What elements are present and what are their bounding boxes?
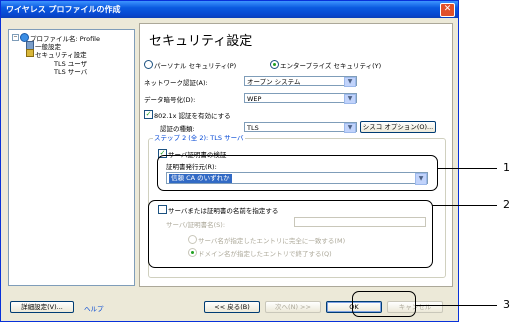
network-auth-label: ネットワーク認証(A): [144, 79, 208, 87]
callout-number-1: 1 [503, 161, 510, 174]
profile-tree: − プロファイル名: Profile 一般設定 セキュリティ設定 TLS ユーザ… [8, 29, 135, 286]
callout-frame-2 [148, 200, 433, 268]
advanced-settings-button[interactable]: 詳細設定(V)... [10, 301, 74, 313]
callout-line-3 [415, 305, 497, 306]
back-button[interactable]: << 戻る(B) [204, 301, 260, 313]
collapse-icon[interactable]: − [12, 34, 19, 41]
personal-security-label[interactable]: パーソナル セキュリティ(P) [154, 60, 236, 70]
enable-8021x-label[interactable]: 802.1x 認証を有効にする [154, 110, 231, 120]
network-auth-value: オープン システム [247, 78, 301, 86]
chevron-down-icon[interactable]: ▼ [344, 77, 356, 87]
help-link[interactable]: ヘルプ [84, 303, 104, 313]
close-button[interactable]: ✕ [440, 3, 455, 17]
encryption-label: データ暗号化(D): [144, 96, 196, 104]
callout-number-2: 2 [503, 198, 510, 211]
network-auth-select[interactable]: オープン システム ▼ [244, 76, 357, 87]
callout-number-3: 3 [503, 298, 510, 311]
cisco-options-button[interactable]: シスコ オプション(O)... [360, 121, 436, 133]
encryption-value: WEP [247, 95, 262, 103]
auth-type-select[interactable]: TLS ▼ [244, 122, 357, 133]
enable-8021x-checkbox[interactable]: ✓ [144, 110, 153, 119]
callout-line-2 [432, 205, 497, 206]
chevron-down-icon[interactable]: ▼ [344, 94, 356, 104]
step-label: ステップ 2 (全 2): TLS サーバ [153, 132, 245, 142]
window-title: ワイヤレス プロファイルの作成 [6, 5, 121, 14]
title-bar[interactable]: ワイヤレス プロファイルの作成 ✕ [1, 1, 458, 18]
auth-type-value: TLS [247, 124, 259, 132]
enterprise-security-label[interactable]: エンタープライズ セキュリティ(Y) [280, 60, 381, 70]
lock-icon [26, 49, 34, 57]
chevron-down-icon[interactable]: ▼ [344, 123, 356, 133]
encryption-select[interactable]: WEP ▼ [244, 93, 357, 104]
page-title: セキュリティ設定 [149, 34, 253, 49]
callout-frame-3 [352, 291, 416, 317]
callout-frame-1 [157, 155, 438, 191]
callout-line-1 [437, 168, 497, 169]
enterprise-security-radio[interactable] [270, 60, 279, 69]
tree-item-tls-server[interactable]: TLS サーバ [54, 66, 87, 76]
next-button[interactable]: 次へ(N) >> [265, 301, 321, 313]
personal-security-radio[interactable] [144, 60, 153, 69]
